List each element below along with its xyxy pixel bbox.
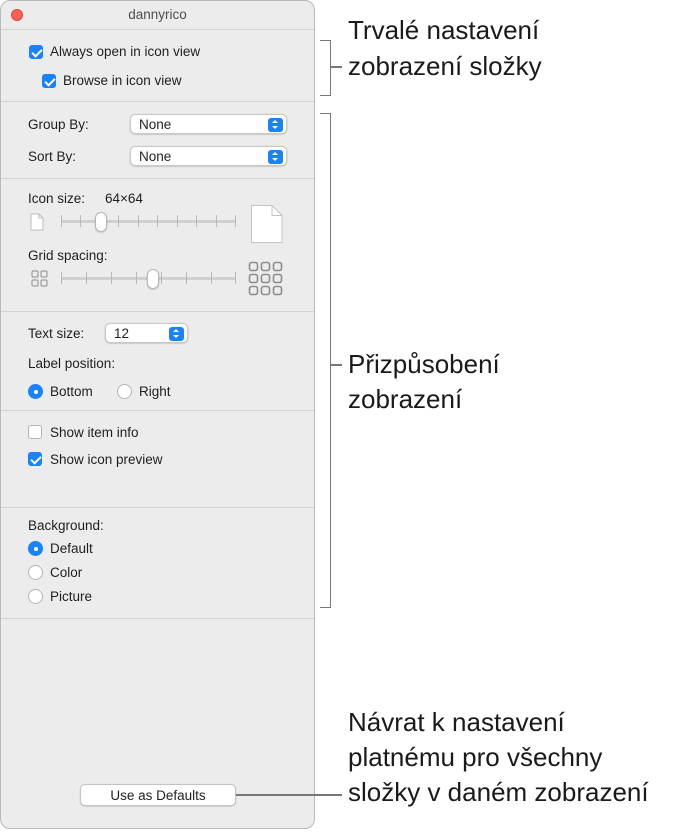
show-item-info-label: Show item info [50, 425, 139, 440]
divider [1, 101, 314, 102]
background-picture-radio[interactable] [28, 589, 43, 604]
annotation-defaults-line3: složky v daném zobrazení [348, 777, 649, 807]
icon-size-slider-knob[interactable] [95, 212, 107, 232]
label-position-bottom-radio[interactable] [28, 384, 43, 399]
annotation-customize-line1: Přizpůsobení [348, 349, 500, 379]
divider [1, 507, 314, 508]
icon-size-slider[interactable] [61, 212, 236, 232]
chevron-updown-icon [268, 150, 283, 164]
icon-size-label: Icon size: [28, 191, 86, 206]
text-size-select[interactable]: 12 [105, 323, 188, 343]
label-position-right-label: Right [139, 384, 171, 399]
show-icon-preview-checkbox[interactable] [28, 452, 42, 466]
browse-label: Browse in icon view [63, 73, 182, 88]
small-grid-icon [31, 270, 48, 287]
sort-by-select[interactable]: None [130, 146, 287, 166]
label-position-right-radio[interactable] [117, 384, 132, 399]
window-title: dannyrico [128, 7, 187, 22]
background-default-radio[interactable] [28, 541, 43, 556]
text-size-value: 12 [114, 326, 130, 341]
persistent-bracket [320, 40, 331, 96]
group-by-label: Group By: [28, 117, 89, 132]
customize-bracket [320, 113, 331, 608]
annotation-defaults-line1: Návrat k nastavení [348, 707, 565, 737]
grid-spacing-slider-knob[interactable] [147, 269, 159, 289]
grid-spacing-label: Grid spacing: [28, 248, 108, 263]
group-by-select[interactable]: None [130, 114, 287, 134]
annotation-persistent-line2: zobrazení složky [348, 51, 542, 81]
small-document-icon [30, 213, 44, 231]
chevron-updown-icon [169, 327, 184, 341]
annotation-defaults-line2: platnému pro všechny [348, 742, 603, 772]
label-position-label: Label position: [28, 356, 116, 371]
show-icon-preview-label: Show icon preview [50, 452, 163, 467]
divider [1, 618, 314, 619]
large-document-icon [251, 205, 283, 243]
divider [1, 311, 314, 312]
chevron-updown-icon [268, 118, 283, 132]
background-color-radio[interactable] [28, 565, 43, 580]
customize-connector [330, 364, 342, 366]
icon-size-value: 64×64 [105, 191, 143, 206]
defaults-connector [236, 794, 342, 796]
sort-by-label: Sort By: [28, 149, 77, 164]
divider [1, 410, 314, 411]
annotation-customize-line2: zobrazení [348, 384, 463, 414]
divider [1, 178, 314, 179]
browse-checkbox[interactable] [42, 74, 56, 88]
sort-by-value: None [139, 149, 172, 164]
grid-spacing-slider[interactable] [61, 269, 236, 289]
show-item-info-checkbox[interactable] [28, 425, 42, 439]
always-open-checkbox[interactable] [29, 45, 43, 59]
background-picture-label: Picture [50, 589, 93, 604]
view-options-window: dannyrico Always open in icon view Brows… [0, 0, 315, 829]
background-color-label: Color [50, 565, 83, 580]
background-default-label: Default [50, 541, 93, 556]
always-open-label: Always open in icon view [50, 44, 201, 59]
title-bar[interactable]: dannyrico [1, 1, 314, 30]
annotation-persistent-line1: Trvalé nastavení [348, 15, 540, 45]
use-as-defaults-button[interactable]: Use as Defaults [80, 784, 236, 806]
label-position-bottom-label: Bottom [50, 384, 93, 399]
persistent-connector [330, 66, 342, 68]
background-label: Background: [28, 518, 104, 533]
text-size-label: Text size: [28, 326, 85, 341]
group-by-value: None [139, 117, 172, 132]
large-grid-icon [248, 261, 283, 296]
